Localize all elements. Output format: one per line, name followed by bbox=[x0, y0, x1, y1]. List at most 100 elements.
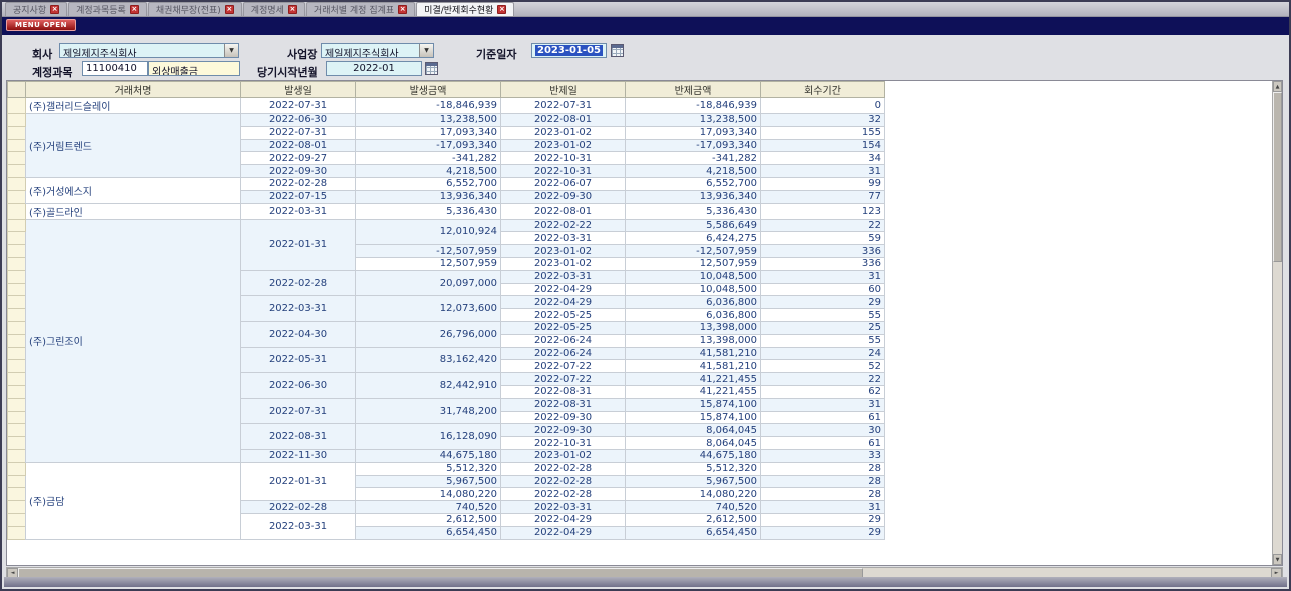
cell-issue-amount[interactable]: 44,675,180 bbox=[356, 449, 501, 462]
site-combo[interactable]: 제일제지주식회사 bbox=[321, 43, 434, 58]
cell-settle-amount[interactable]: 6,552,700 bbox=[626, 177, 761, 190]
cell-collection-days[interactable]: 60 bbox=[761, 283, 885, 296]
row-selector[interactable] bbox=[8, 526, 26, 539]
cell-collection-days[interactable]: 31 bbox=[761, 398, 885, 411]
row-selector[interactable] bbox=[8, 373, 26, 386]
cell-issue-amount[interactable]: 16,128,090 bbox=[356, 424, 501, 450]
row-selector[interactable] bbox=[8, 165, 26, 178]
menu-open-button[interactable]: MENU OPEN bbox=[6, 19, 76, 31]
cell-settle-date[interactable]: 2022-08-31 bbox=[501, 385, 626, 398]
cell-customer[interactable]: (주)거림트렌드 bbox=[26, 114, 241, 178]
cell-issue-date[interactable]: 2022-01-31 bbox=[241, 462, 356, 500]
cell-settle-amount[interactable]: 41,581,210 bbox=[626, 360, 761, 373]
row-selector[interactable] bbox=[8, 203, 26, 219]
cell-settle-amount[interactable]: 5,586,649 bbox=[626, 219, 761, 232]
cell-settle-amount[interactable]: 8,064,045 bbox=[626, 424, 761, 437]
row-selector[interactable] bbox=[8, 190, 26, 203]
cell-collection-days[interactable]: 99 bbox=[761, 177, 885, 190]
row-selector[interactable] bbox=[8, 513, 26, 526]
row-selector[interactable] bbox=[8, 360, 26, 373]
row-selector[interactable] bbox=[8, 462, 26, 475]
cell-issue-amount[interactable]: 31,748,200 bbox=[356, 398, 501, 424]
cell-settle-amount[interactable]: 15,874,100 bbox=[626, 398, 761, 411]
cell-settle-amount[interactable]: 5,967,500 bbox=[626, 475, 761, 488]
close-icon[interactable] bbox=[398, 5, 407, 14]
cell-settle-amount[interactable]: 740,520 bbox=[626, 501, 761, 514]
cell-collection-days[interactable]: 30 bbox=[761, 424, 885, 437]
cell-settle-amount[interactable]: 6,036,800 bbox=[626, 309, 761, 322]
chevron-down-icon[interactable] bbox=[224, 44, 238, 57]
table-row[interactable]: (주)거성에스지2022-02-286,552,7002022-06-076,5… bbox=[8, 177, 885, 190]
account-code-field[interactable]: 11100410 bbox=[82, 61, 148, 76]
cell-customer[interactable]: (주)금담 bbox=[26, 462, 241, 539]
cell-collection-days[interactable]: 123 bbox=[761, 203, 885, 219]
cell-settle-amount[interactable]: 10,048,500 bbox=[626, 270, 761, 283]
cell-issue-date[interactable]: 2022-06-30 bbox=[241, 373, 356, 399]
cell-collection-days[interactable]: 62 bbox=[761, 385, 885, 398]
cell-collection-days[interactable]: 155 bbox=[761, 126, 885, 139]
cell-issue-amount[interactable]: 5,336,430 bbox=[356, 203, 501, 219]
cell-issue-amount[interactable]: 2,612,500 bbox=[356, 513, 501, 526]
cell-settle-amount[interactable]: -341,282 bbox=[626, 152, 761, 165]
cell-issue-date[interactable]: 2022-07-31 bbox=[241, 398, 356, 424]
cell-settle-amount[interactable]: 41,581,210 bbox=[626, 347, 761, 360]
table-row[interactable]: (주)거림트렌드2022-06-3013,238,5002022-08-0113… bbox=[8, 114, 885, 127]
cell-issue-amount[interactable]: -18,846,939 bbox=[356, 98, 501, 114]
cell-settle-date[interactable]: 2023-01-02 bbox=[501, 449, 626, 462]
cell-collection-days[interactable]: 25 bbox=[761, 321, 885, 334]
cell-settle-date[interactable]: 2023-01-02 bbox=[501, 245, 626, 258]
cell-collection-days[interactable]: 34 bbox=[761, 152, 885, 165]
cell-issue-date[interactable]: 2022-07-31 bbox=[241, 98, 356, 114]
close-icon[interactable] bbox=[288, 5, 297, 14]
cell-settle-date[interactable]: 2023-01-02 bbox=[501, 126, 626, 139]
cell-issue-amount[interactable]: 26,796,000 bbox=[356, 321, 501, 347]
cell-issue-amount[interactable]: 5,967,500 bbox=[356, 475, 501, 488]
tab-notices[interactable]: 공지사항 bbox=[5, 2, 67, 16]
cell-settle-date[interactable]: 2022-10-31 bbox=[501, 165, 626, 178]
row-selector[interactable] bbox=[8, 177, 26, 190]
cell-settle-date[interactable]: 2022-06-24 bbox=[501, 347, 626, 360]
cell-collection-days[interactable]: 55 bbox=[761, 334, 885, 347]
row-selector[interactable] bbox=[8, 309, 26, 322]
cell-settle-date[interactable]: 2022-07-22 bbox=[501, 373, 626, 386]
table-row[interactable]: (주)그린조이2022-01-3112,010,9242022-02-225,5… bbox=[8, 219, 885, 232]
row-selector[interactable] bbox=[8, 245, 26, 258]
cell-customer[interactable]: (주)거성에스지 bbox=[26, 177, 241, 203]
cell-settle-date[interactable]: 2022-10-31 bbox=[501, 152, 626, 165]
cell-issue-date[interactable]: 2022-03-31 bbox=[241, 296, 356, 322]
row-selector[interactable] bbox=[8, 152, 26, 165]
cell-settle-date[interactable]: 2022-05-25 bbox=[501, 309, 626, 322]
tab-customer-account-summary[interactable]: 거래처별 계정 집계표 bbox=[306, 2, 415, 16]
cell-issue-amount[interactable]: 12,507,959 bbox=[356, 257, 501, 270]
cell-collection-days[interactable]: 0 bbox=[761, 98, 885, 114]
cell-issue-date[interactable]: 2022-07-15 bbox=[241, 190, 356, 203]
tab-receivable-ledger[interactable]: 채권채무장(전표) bbox=[148, 2, 242, 16]
row-selector[interactable] bbox=[8, 114, 26, 127]
cell-settle-date[interactable]: 2022-08-31 bbox=[501, 398, 626, 411]
calendar-icon[interactable] bbox=[611, 44, 624, 57]
table-row[interactable]: (주)갤러리드슬레이2022-07-31-18,846,9392022-07-3… bbox=[8, 98, 885, 114]
cell-settle-date[interactable]: 2022-08-01 bbox=[501, 203, 626, 219]
cell-settle-date[interactable]: 2022-04-29 bbox=[501, 526, 626, 539]
cell-settle-date[interactable]: 2023-01-02 bbox=[501, 139, 626, 152]
cell-collection-days[interactable]: 28 bbox=[761, 475, 885, 488]
cell-settle-amount[interactable]: 8,064,045 bbox=[626, 437, 761, 450]
row-selector[interactable] bbox=[8, 424, 26, 437]
row-selector[interactable] bbox=[8, 98, 26, 114]
cell-collection-days[interactable]: 31 bbox=[761, 165, 885, 178]
cell-issue-date[interactable]: 2022-04-30 bbox=[241, 321, 356, 347]
cell-settle-date[interactable]: 2022-04-29 bbox=[501, 296, 626, 309]
table-row[interactable]: (주)골드라인2022-03-315,336,4302022-08-015,33… bbox=[8, 203, 885, 219]
row-selector[interactable] bbox=[8, 334, 26, 347]
cell-collection-days[interactable]: 336 bbox=[761, 257, 885, 270]
cell-issue-amount[interactable]: 12,010,924 bbox=[356, 219, 501, 245]
cell-settle-amount[interactable]: 13,238,500 bbox=[626, 114, 761, 127]
cell-settle-amount[interactable]: 6,424,275 bbox=[626, 232, 761, 245]
period-start-field[interactable]: 2022-01 bbox=[326, 61, 422, 76]
cell-customer[interactable]: (주)그린조이 bbox=[26, 219, 241, 462]
cell-settle-amount[interactable]: 44,675,180 bbox=[626, 449, 761, 462]
cell-collection-days[interactable]: 28 bbox=[761, 462, 885, 475]
tab-outstanding-settlement-status[interactable]: 미결/반제회수현황 bbox=[416, 2, 514, 16]
cell-issue-amount[interactable]: 740,520 bbox=[356, 501, 501, 514]
row-selector[interactable] bbox=[8, 219, 26, 232]
